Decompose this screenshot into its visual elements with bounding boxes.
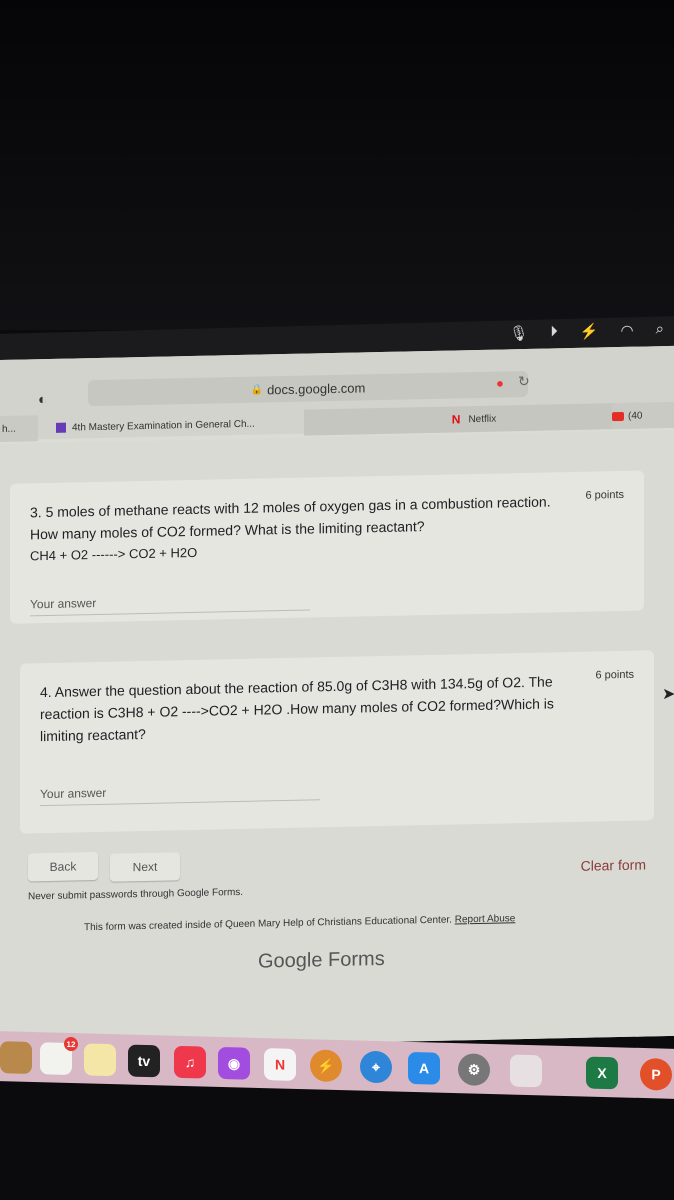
notes-icon[interactable] <box>84 1043 116 1077</box>
finder-icon[interactable] <box>0 1041 32 1075</box>
tab-exam-form[interactable]: 4th Mastery Examination in General Ch... <box>56 410 306 441</box>
answer-underline <box>30 609 310 617</box>
browser-window: ◐ 🔒 docs.google.com ● ↻ h... 4th Mastery… <box>0 345 674 1050</box>
system-preferences-icon[interactable]: ⚙ <box>458 1053 490 1087</box>
apple-tv-icon[interactable]: tv <box>128 1044 160 1078</box>
battery-charging-icon[interactable]: ⚡ <box>580 322 599 340</box>
google-forms-icon <box>56 422 66 433</box>
question-text: 4. Answer the question about the reactio… <box>40 673 554 745</box>
address-bar[interactable]: 🔒 docs.google.com <box>88 370 528 407</box>
tv-label: tv <box>137 1052 151 1070</box>
address-text: docs.google.com <box>267 379 366 397</box>
password-warning: Never submit passwords through Google Fo… <box>28 886 244 903</box>
dark-background <box>0 0 674 330</box>
clear-form-button[interactable]: Clear form <box>581 856 646 873</box>
podcasts-icon[interactable]: ◉ <box>218 1046 250 1080</box>
answer-input[interactable]: Your answer <box>40 786 106 801</box>
music-icon[interactable]: ♫ <box>174 1045 206 1079</box>
reminders-icon[interactable]: 12 <box>40 1036 78 1076</box>
report-abuse-link[interactable]: Report Abuse <box>455 913 516 925</box>
points-label: 6 points <box>595 668 634 682</box>
reload-icon[interactable]: ↻ <box>518 373 530 390</box>
tab-previous[interactable]: h... <box>0 415 38 442</box>
lock-icon: 🔒 <box>250 383 264 396</box>
form-created-note: This form was created inside of Queen Ma… <box>84 913 515 933</box>
notification-badge: 12 <box>64 1036 78 1052</box>
spotlight-search-icon[interactable]: ⌕ <box>656 320 664 338</box>
preview-icon[interactable] <box>510 1054 542 1088</box>
form-page: 3. 5 moles of methane reacts with 12 mol… <box>0 429 674 1050</box>
question-text: 3. 5 moles of methane reacts with 12 mol… <box>30 490 560 567</box>
app-store-icon[interactable]: A <box>408 1051 440 1085</box>
safari-icon[interactable]: ⌖ <box>360 1050 392 1084</box>
macos-dock: 12 tv ♫ ◉ N ⚡ ⌖ A ⚙ X P <box>0 1031 674 1099</box>
tab-label: Netflix <box>468 413 497 425</box>
tab-label: h... <box>2 423 16 435</box>
question-card-4: 4. Answer the question about the reactio… <box>20 650 654 834</box>
google-forms-logo[interactable]: Google Forms <box>258 948 385 974</box>
youtube-icon <box>612 411 624 421</box>
tab-label: (40 <box>628 410 643 422</box>
play-circle-icon[interactable]: ⏵ <box>550 323 558 341</box>
answer-input[interactable]: Your answer <box>30 596 96 611</box>
created-text: This form was created inside of Queen Ma… <box>84 914 452 934</box>
news-icon[interactable]: N <box>264 1048 296 1081</box>
privacy-shield-icon[interactable]: ◐ <box>38 391 47 408</box>
mouse-cursor-icon: ➤ <box>662 686 674 703</box>
tab-youtube[interactable]: (40 <box>612 401 674 430</box>
microphone-active-icon: ● <box>496 375 504 391</box>
spark-icon[interactable]: ⚡ <box>310 1049 342 1083</box>
excel-icon[interactable]: X <box>586 1056 618 1090</box>
points-label: 6 points <box>585 488 624 502</box>
browser-toolbar: ◐ 🔒 docs.google.com ● ↻ h... 4th Mastery… <box>0 345 674 442</box>
question-card-3: 3. 5 moles of methane reacts with 12 mol… <box>10 470 644 624</box>
powerpoint-icon[interactable]: P <box>640 1057 672 1091</box>
back-button[interactable]: Back <box>28 851 98 882</box>
wifi-icon[interactable]: ◠ <box>621 321 634 339</box>
microphone-icon[interactable]: 🎙 <box>509 324 528 342</box>
next-button[interactable]: Next <box>110 852 180 882</box>
netflix-icon: N <box>451 412 461 427</box>
tab-label: 4th Mastery Examination in General Ch... <box>72 418 255 433</box>
answer-underline <box>40 799 320 807</box>
